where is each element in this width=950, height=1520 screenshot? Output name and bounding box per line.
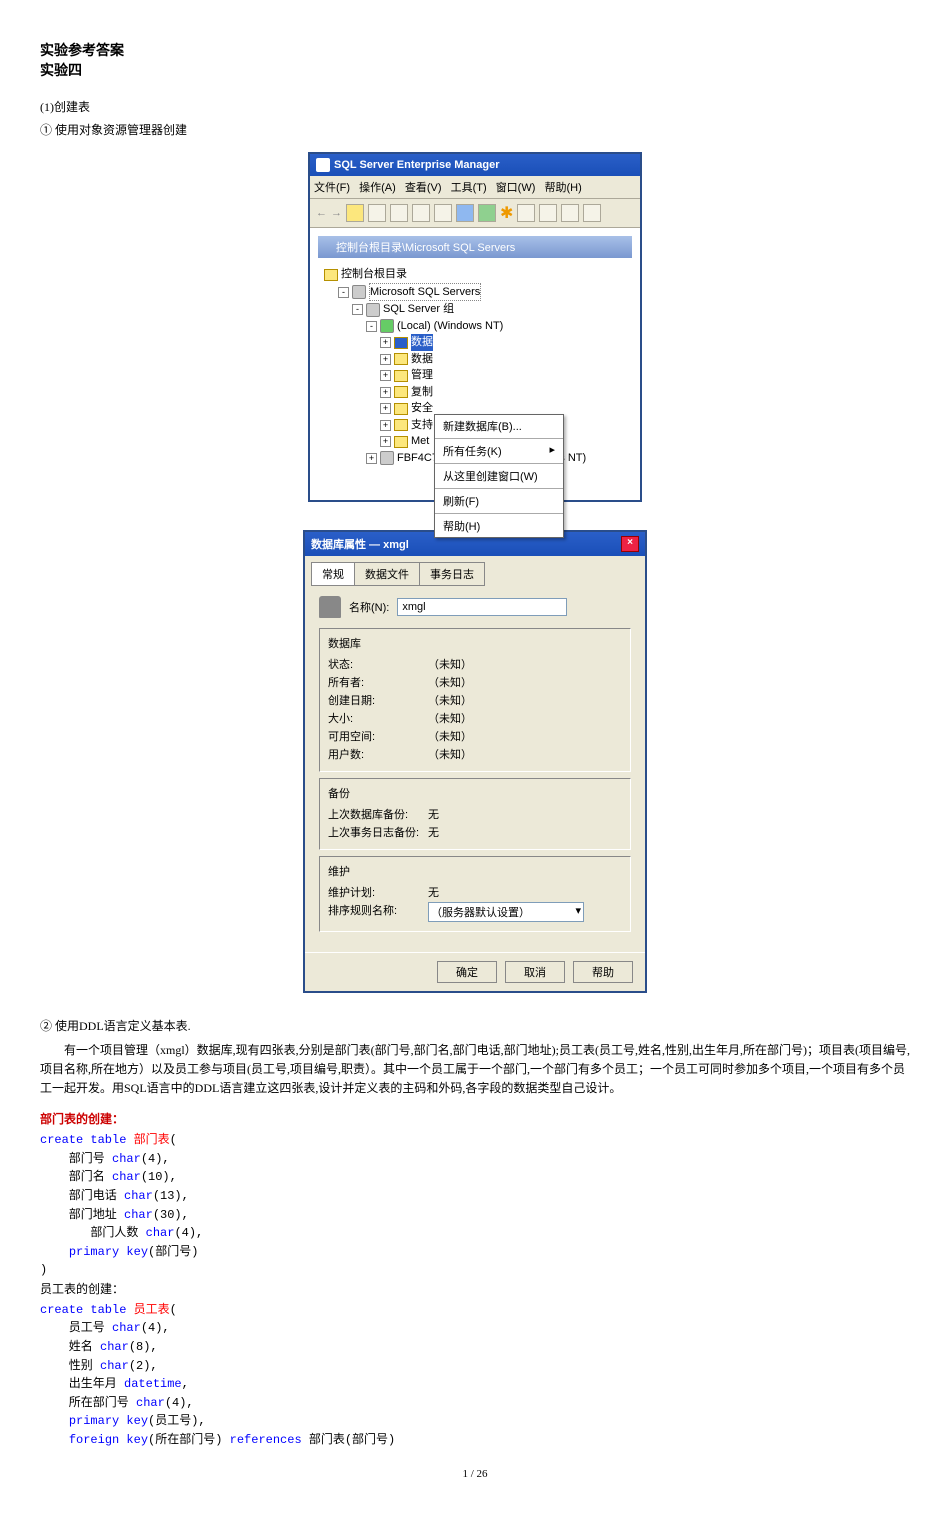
menu-action[interactable]: 操作(A) [359,182,396,194]
star-icon[interactable]: ✱ [500,203,513,223]
page-footer: 1 / 26 [40,1468,910,1480]
ok-button[interactable]: 确定 [437,961,497,983]
menu-new-database[interactable]: 新建数据库(B)... [435,415,563,437]
dropdown-icon: ▾ [575,904,581,920]
app-icon [324,241,336,253]
menu-file[interactable]: 文件(F) [314,182,350,194]
step-1: (1)创建表 [40,98,910,117]
expand-icon[interactable]: + [380,337,391,348]
collapse-icon[interactable]: - [366,321,377,332]
toolbar-icon[interactable] [539,204,557,222]
folder-icon [394,419,408,431]
database-properties-dialog: 数据库属性 — xmgl × 常规数据文件事务日志 名称(N): xmgl 数据… [303,530,647,993]
expand-icon[interactable]: + [380,436,391,447]
tree-view[interactable]: 控制台根目录 -Microsoft SQL Servers -SQL Serve… [314,262,636,496]
name-label: 名称(N): [349,599,389,615]
menu-window[interactable]: 窗口(W) [496,182,536,194]
toolbar-icon[interactable] [346,204,364,222]
menu-help[interactable]: 帮助(H) [435,515,563,537]
folder-icon [394,353,408,365]
expand-icon[interactable]: + [380,403,391,414]
toolbar-icon[interactable] [412,204,430,222]
submenu-arrow-icon: ▸ [549,443,555,456]
menu-refresh[interactable]: 刷新(F) [435,490,563,512]
tab-datafiles[interactable]: 数据文件 [354,562,420,586]
toolbar-icon[interactable] [561,204,579,222]
toolbar-icon[interactable] [434,204,452,222]
toolbar: ← → ✱ [310,199,640,228]
expand-icon[interactable]: + [380,370,391,381]
menu-bar[interactable]: 文件(F) 操作(A) 查看(V) 工具(T) 窗口(W) 帮助(H) [310,176,640,199]
main-heading-1: 实验参考答案 [40,40,910,60]
menu-new-window[interactable]: 从这里创建窗口(W) [435,465,563,487]
folder-icon [394,403,408,415]
folder-icon [324,269,338,281]
fieldset-maintenance: 维护 [328,863,622,879]
tab-bar: 常规数据文件事务日志 [305,556,645,586]
collapse-icon[interactable]: - [338,287,349,298]
window-title-bar: SQL Server Enterprise Manager [310,154,640,176]
section-dept-table: 部门表的创建： [40,1110,910,1127]
toolbar-icon[interactable] [368,204,386,222]
menu-help[interactable]: 帮助(H) [544,182,581,194]
context-menu: 新建数据库(B)... 所有任务(K)▸ 从这里创建窗口(W) 刷新(F) 帮助… [434,414,564,538]
toolbar-icon[interactable] [390,204,408,222]
instance-icon [380,451,394,465]
toolbar-icon[interactable] [517,204,535,222]
enterprise-manager-window: SQL Server Enterprise Manager 文件(F) 操作(A… [308,152,642,502]
tab-translog[interactable]: 事务日志 [419,562,485,586]
expand-icon[interactable]: + [380,420,391,431]
folder-icon [394,386,408,398]
toolbar-icon[interactable] [583,204,601,222]
folder-icon [394,436,408,448]
toolbar-icon[interactable] [456,204,474,222]
nav-fwd-icon[interactable]: → [331,207,342,219]
collation-select[interactable]: （服务器默认设置）▾ [428,902,584,922]
help-button[interactable]: 帮助 [573,961,633,983]
group-icon [366,303,380,317]
description: 有一个项目管理（xmgl）数据库,现有四张表,分别是部门表(部门号,部门名,部门… [40,1041,910,1099]
database-icon [319,596,341,618]
subwindow-title: 控制台根目录\Microsoft SQL Servers [318,236,632,258]
menu-all-tasks[interactable]: 所有任务(K)▸ [435,440,563,462]
window-title: SQL Server Enterprise Manager [334,159,499,171]
menu-view[interactable]: 查看(V) [405,182,442,194]
app-icon [316,158,330,172]
menu-tools[interactable]: 工具(T) [451,182,487,194]
toolbar-icon[interactable] [478,204,496,222]
step-1a: ① 使用对象资源管理器创建 [40,121,910,140]
folder-icon [394,370,408,382]
expand-icon[interactable]: + [380,354,391,365]
tab-general[interactable]: 常规 [311,562,355,586]
close-icon[interactable]: × [621,536,639,552]
server-icon [352,285,366,299]
fieldset-backup: 备份 [328,785,622,801]
expand-icon[interactable]: + [380,387,391,398]
main-heading-2: 实验四 [40,60,910,80]
collapse-icon[interactable]: - [352,304,363,315]
name-input[interactable]: xmgl [397,598,567,616]
code-block-1: create table 部门表( 部门号 char(4), 部门名 char(… [40,1131,910,1280]
fieldset-database: 数据库 [328,635,622,651]
section-emp-table: 员工表的创建： [40,1280,910,1297]
code-block-2: create table 员工表( 员工号 char(4), 姓名 char(8… [40,1301,910,1450]
instance-icon [380,319,394,333]
cancel-button[interactable]: 取消 [505,961,565,983]
step-2: ② 使用DDL语言定义基本表. [40,1017,910,1036]
folder-icon [394,337,408,349]
expand-icon[interactable]: + [366,453,377,464]
nav-back-icon[interactable]: ← [316,207,327,219]
